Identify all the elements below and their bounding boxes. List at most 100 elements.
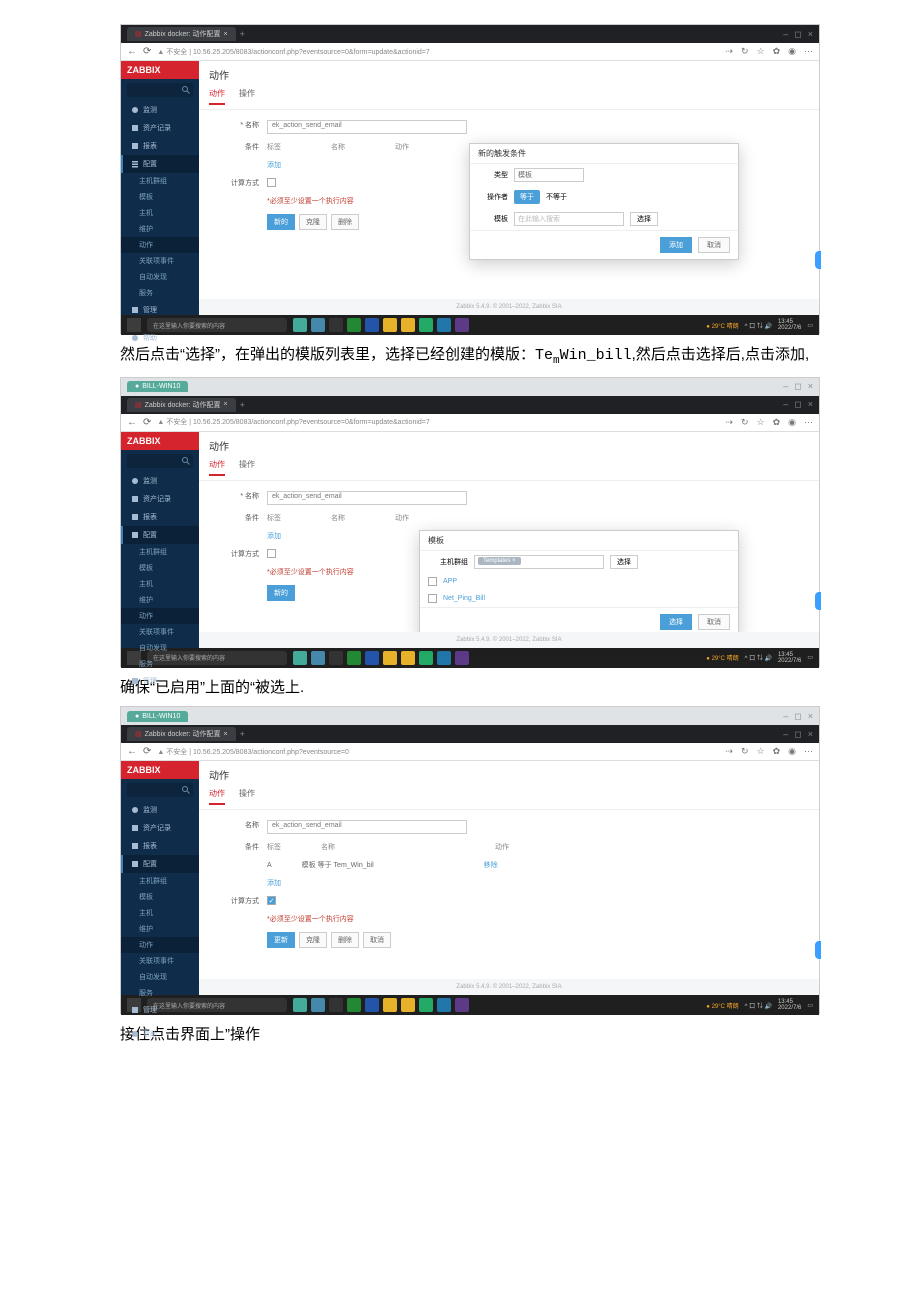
calc-checkbox[interactable] xyxy=(267,178,276,187)
win-max-icon[interactable]: ◻ xyxy=(794,381,801,392)
taskbar-icon[interactable] xyxy=(365,318,379,332)
page-title: 动作 xyxy=(199,61,819,88)
notif-icon[interactable]: ▭ xyxy=(807,322,813,329)
clone-button[interactable]: 克隆 xyxy=(299,214,327,230)
screenshot-3: ● BILL-WIN10 –◻× ▤Zabbix docker: 动作配置× +… xyxy=(120,706,820,1014)
tray-icons[interactable]: ^ 口 ⇅ 🔊 xyxy=(745,321,772,330)
sub-hosts[interactable]: 主机 xyxy=(121,205,199,221)
menu-icon[interactable]: ⋯ xyxy=(804,46,813,57)
warn-text: *必须至少设置一个执行内容 xyxy=(267,196,354,206)
select-button[interactable]: 选择 xyxy=(610,555,638,569)
sidebar-item-reports[interactable]: 报表 xyxy=(121,137,199,155)
taskbar-icon[interactable] xyxy=(455,318,469,332)
sub-discovery[interactable]: 自动发现 xyxy=(121,269,199,285)
sidebar-item-config[interactable]: 配置 xyxy=(121,155,199,173)
tab-operations[interactable]: 操作 xyxy=(239,88,255,105)
back-icon[interactable]: ← xyxy=(127,417,137,428)
type-select[interactable]: 模板 xyxy=(514,168,584,182)
taskbar-icon[interactable] xyxy=(437,318,451,332)
new-button[interactable]: 新的 xyxy=(267,214,295,230)
add-link[interactable]: 添加 xyxy=(267,160,281,170)
url-field[interactable]: ▲ 不安全 | 10.56.25.205/8083/actionconf.php… xyxy=(157,417,719,427)
sidebar-search[interactable] xyxy=(127,83,193,97)
name-label: * 名称 xyxy=(219,120,259,130)
main-content: 动作 动作 操作 * 名称ek_action_send_email 条件 标签名… xyxy=(199,61,819,315)
reload-icon[interactable]: ⟳ xyxy=(143,417,151,428)
sub-correlation[interactable]: 关联项事件 xyxy=(121,253,199,269)
taskbar-clock[interactable]: 13:452022/7/6 xyxy=(778,319,801,331)
host-titlebar: ● BILL-WIN10 –◻ × xyxy=(121,378,819,396)
screenshot-2: ● BILL-WIN10 –◻ × ▤Zabbix docker: 动作配置× +… xyxy=(120,377,820,667)
host-tab[interactable]: ● BILL-WIN10 xyxy=(127,381,188,392)
sub-services[interactable]: 服务 xyxy=(121,285,199,301)
taskbar-icon[interactable] xyxy=(401,318,415,332)
template-row[interactable]: Net_Ping_Bill xyxy=(443,595,485,602)
browser-tab[interactable]: ▤Zabbix docker: 动作配置× xyxy=(127,27,236,41)
sync-icon[interactable]: ↻ xyxy=(741,46,749,57)
select-button[interactable]: 选择 xyxy=(630,212,658,226)
weather-widget[interactable]: ● 29°C 晴朗 xyxy=(706,321,738,330)
instruction-2: 确保“已启用”上面的“被选上. xyxy=(120,675,820,701)
instruction-3: 接住点击界面上”操作 xyxy=(120,1022,820,1048)
win-close-icon[interactable]: × xyxy=(808,381,813,392)
browser-titlebar: ▤Zabbix docker: 动作配置× + –◻× xyxy=(121,396,819,414)
win-close-icon[interactable]: × xyxy=(808,29,813,40)
calc-label: 计算方式 xyxy=(219,178,259,188)
new-condition-modal: 新的触发条件 类型模板 操作者等于不等于 模板在此输入搜索选择 添加取消 xyxy=(469,143,739,260)
profile-icon[interactable]: ◉ xyxy=(788,46,796,57)
template-row[interactable]: APP xyxy=(443,578,457,585)
op-notequal[interactable]: 不等于 xyxy=(546,192,567,202)
zabbix-sidebar: ZABBIX 监测 资产记录 报表 配置 主机群组 模板 主机 维护 动作 关联… xyxy=(121,432,199,648)
win-max-icon[interactable]: ◻ xyxy=(794,29,801,40)
host-titlebar: ● BILL-WIN10 –◻× xyxy=(121,707,819,725)
back-icon[interactable]: ← xyxy=(127,46,137,57)
win-min-icon[interactable]: – xyxy=(783,29,788,40)
fav-icon[interactable]: ☆ xyxy=(757,46,765,57)
search-icon xyxy=(182,86,190,94)
reload-icon[interactable]: ⟳ xyxy=(143,46,151,57)
sub-hostgroups[interactable]: 主机群组 xyxy=(121,173,199,189)
template-input[interactable]: 在此输入搜索 xyxy=(514,212,624,226)
op-equal[interactable]: 等于 xyxy=(514,190,540,204)
modal-cancel-button[interactable]: 取消 xyxy=(698,237,730,253)
brand-logo[interactable]: ZABBIX xyxy=(121,61,199,79)
name-input[interactable]: ek_action_send_email xyxy=(267,120,467,134)
tab-action[interactable]: 动作 xyxy=(209,88,225,105)
taskbar-icons xyxy=(293,318,469,332)
modal-add-button[interactable]: 添加 xyxy=(660,237,692,253)
url-field[interactable]: ▲ 不安全 | 10.56.25.205/8083/actionconf.php… xyxy=(157,47,719,57)
sub-templates[interactable]: 模板 xyxy=(121,189,199,205)
sub-actions[interactable]: 动作 xyxy=(121,237,199,253)
taskbar-icon[interactable] xyxy=(419,318,433,332)
taskbar-icon[interactable] xyxy=(311,318,325,332)
page-tabs: 动作 操作 xyxy=(199,88,819,110)
modal-select-button[interactable]: 选择 xyxy=(660,614,692,630)
enabled-checkbox[interactable]: ✓ xyxy=(267,896,276,905)
delete-button[interactable]: 删除 xyxy=(331,214,359,230)
new-tab-button[interactable]: + xyxy=(240,400,245,410)
browser-tab[interactable]: ▤Zabbix docker: 动作配置× xyxy=(127,398,236,412)
address-bar: ← ⟳ ▲ 不安全 | 10.56.25.205/8083/actionconf.… xyxy=(121,414,819,432)
zabbix-footer: Zabbix 5.4.9. © 2001–2022, Zabbix SIA xyxy=(199,299,819,315)
read-icon[interactable]: ⇢ xyxy=(725,46,733,57)
taskbar-icon[interactable] xyxy=(329,318,343,332)
sidebar-item-admin[interactable]: 管理 xyxy=(121,301,199,319)
taskbar-icon[interactable] xyxy=(347,318,361,332)
sidebar-item-inventory[interactable]: 资产记录 xyxy=(121,119,199,137)
sidebar-item-help[interactable]: 帮助 xyxy=(121,329,199,347)
row-checkbox[interactable] xyxy=(428,594,437,603)
row-checkbox[interactable] xyxy=(428,577,437,586)
sidebar-item-monitoring[interactable]: 监测 xyxy=(121,101,199,119)
new-tab-button[interactable]: + xyxy=(240,29,245,39)
sub-maintenance[interactable]: 维护 xyxy=(121,221,199,237)
modal-cancel-button[interactable]: 取消 xyxy=(698,614,730,630)
ext-icon[interactable]: ✿ xyxy=(773,46,781,57)
taskbar-icon[interactable] xyxy=(383,318,397,332)
screenshot-1: ▤Zabbix docker: 动作配置× + –◻ × ← ⟳ ▲ 不安全 | … xyxy=(120,24,820,334)
taskbar-icon[interactable] xyxy=(293,318,307,332)
browser-titlebar: ▤Zabbix docker: 动作配置× + –◻ × xyxy=(121,25,819,43)
remove-link[interactable]: 移除 xyxy=(484,860,498,870)
win-min-icon[interactable]: – xyxy=(783,381,788,392)
group-chip[interactable]: Templates × xyxy=(478,557,521,565)
chat-blob[interactable] xyxy=(815,251,821,269)
